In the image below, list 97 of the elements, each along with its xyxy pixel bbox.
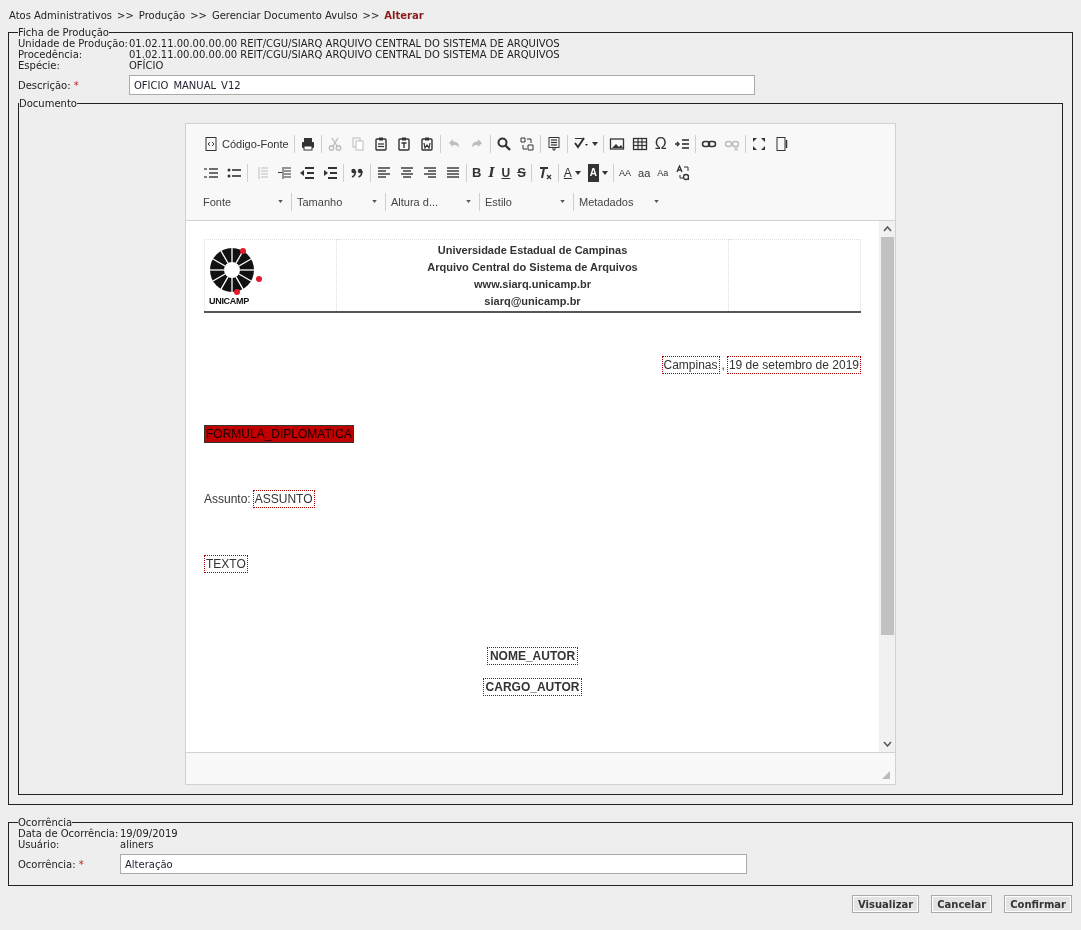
field-value: 19/09/2019	[120, 828, 179, 839]
field-label: Espécie:	[18, 60, 61, 71]
field-label: Unidade de Produção:	[18, 38, 129, 49]
caret-icon	[574, 170, 581, 175]
template-button[interactable]	[545, 134, 562, 153]
template-field: Campinas	[661, 356, 720, 374]
paste-text-icon	[395, 135, 412, 152]
align-center-icon	[399, 164, 415, 181]
paste-icon	[372, 135, 389, 152]
action-button[interactable]: Confirmar	[1004, 895, 1072, 913]
caret-icon	[560, 200, 565, 203]
action-button[interactable]: Cancelar	[931, 895, 993, 913]
breadcrumb-link[interactable]: Gerenciar Documento Avulso	[211, 10, 358, 21]
replace-icon	[518, 135, 535, 152]
scrollbar[interactable]	[879, 221, 895, 752]
maximize-icon	[750, 135, 767, 152]
breadcrumb-link[interactable]: Produção	[138, 10, 186, 21]
resize-handle-icon[interactable]	[882, 771, 890, 779]
field-label: Usuário:	[18, 839, 61, 850]
required-mark: *	[78, 858, 84, 870]
field-value: aliners	[120, 839, 155, 850]
letterhead-line: siarq@unicamp.br	[484, 295, 581, 307]
document-text: Assunto:	[204, 492, 251, 506]
special-char-button[interactable]: Ω	[654, 134, 667, 153]
section-legend: Ocorrência	[18, 817, 73, 828]
text-field[interactable]: Alteração	[120, 854, 747, 874]
image-icon	[608, 135, 625, 152]
section-legend: Ficha de Produção	[18, 27, 109, 38]
template-field: ASSUNTO	[252, 490, 315, 508]
template-field: 19 de setembro de 2019	[726, 356, 861, 374]
field-value: 01.02.11.00.00.00.00 REIT/CGU/SIARQ ARQUIVO CENTRAL DO SISTEMA DE ARQUIVOS	[129, 38, 561, 49]
paste-word-icon	[418, 135, 435, 152]
scroll-down-icon[interactable]	[882, 741, 892, 747]
align-justify-icon	[445, 164, 461, 181]
dropdown[interactable]: Metadados	[574, 191, 667, 212]
caret-icon	[278, 200, 283, 203]
underline-button[interactable]: U	[501, 163, 511, 182]
template-field: CARGO_AUTOR	[482, 678, 583, 696]
bold-button[interactable]: B	[472, 163, 482, 182]
breadcrumb-current: Alterar	[384, 10, 424, 21]
field-value: 01.02.11.00.00.00.00 REIT/CGU/SIARQ ARQUIVO CENTRAL DO SISTEMA DE ARQUIVOS	[129, 49, 561, 60]
lowercase-button[interactable]: aa	[638, 163, 651, 182]
italic-button[interactable]: I	[488, 163, 495, 182]
template-field: NOME_AUTOR	[486, 647, 579, 665]
required-mark: *	[73, 79, 79, 91]
strike-button[interactable]: S	[517, 163, 526, 182]
document-text: ,	[721, 358, 725, 372]
copy-icon	[349, 135, 366, 152]
caret-icon	[591, 141, 598, 146]
text-color-button[interactable]: A	[563, 163, 581, 182]
scroll-up-icon[interactable]	[882, 226, 892, 232]
field-label: Procedência:	[18, 49, 84, 60]
letterhead-line: Arquivo Central do Sistema de Arquivos	[427, 261, 638, 273]
align-left-icon	[376, 164, 392, 181]
show-blocks-button[interactable]	[773, 134, 790, 153]
find-icon	[495, 135, 512, 152]
table-icon	[631, 135, 648, 152]
dropdown[interactable]: Altura d...	[386, 191, 479, 212]
outdent-block-icon	[299, 164, 315, 181]
caret-icon	[654, 200, 659, 203]
dropdown[interactable]: Fonte	[198, 191, 291, 212]
letterhead-line: www.siarq.unicamp.br	[474, 278, 591, 290]
breadcrumb-separator: >>	[117, 10, 134, 21]
caret-icon	[602, 170, 609, 175]
transform-case-icon	[675, 164, 692, 181]
indent-icon	[276, 164, 292, 181]
transform-case-button[interactable]	[675, 163, 692, 182]
field-value: OFÍCIO	[129, 60, 164, 71]
breadcrumb-separator: >>	[362, 10, 380, 21]
template-icon	[545, 135, 562, 152]
dropdown[interactable]: Tamanho	[292, 191, 385, 212]
field-label: Data de Ocorrência:	[18, 828, 120, 839]
capitalize-button[interactable]: Aa	[657, 163, 669, 182]
template-field: FORMULA_DIPLOMATICA	[204, 425, 354, 443]
source-icon	[203, 135, 219, 152]
print-icon	[299, 135, 316, 152]
template-field: TEXTO	[204, 555, 248, 573]
caret-icon	[372, 200, 377, 203]
cut-icon	[326, 135, 343, 152]
section-legend: Documento	[19, 98, 77, 109]
show-blocks-icon	[773, 135, 790, 152]
indent-block-icon	[322, 164, 338, 181]
text-field[interactable]: OFÍCIO_MANUAL_V12	[129, 75, 755, 95]
letterhead-line: Universidade Estadual de Campinas	[437, 244, 628, 256]
uppercase-button[interactable]: AA	[619, 163, 632, 182]
field-label: Ocorrência:	[18, 858, 76, 870]
field-label: Descrição:	[18, 79, 71, 91]
action-button[interactable]: Visualizar	[852, 895, 920, 913]
logo-drawing	[207, 245, 263, 298]
breadcrumb-separator: >>	[190, 10, 207, 21]
align-right-icon	[422, 164, 438, 181]
source-button[interactable]: Código-Fonte	[203, 134, 289, 153]
dropdown[interactable]: Estilo	[480, 191, 573, 212]
replace-button[interactable]	[518, 134, 535, 153]
caret-icon	[466, 200, 471, 203]
logo-text: UNICAMP	[209, 295, 249, 306]
breadcrumb-link[interactable]: Atos Administrativos	[9, 10, 113, 21]
